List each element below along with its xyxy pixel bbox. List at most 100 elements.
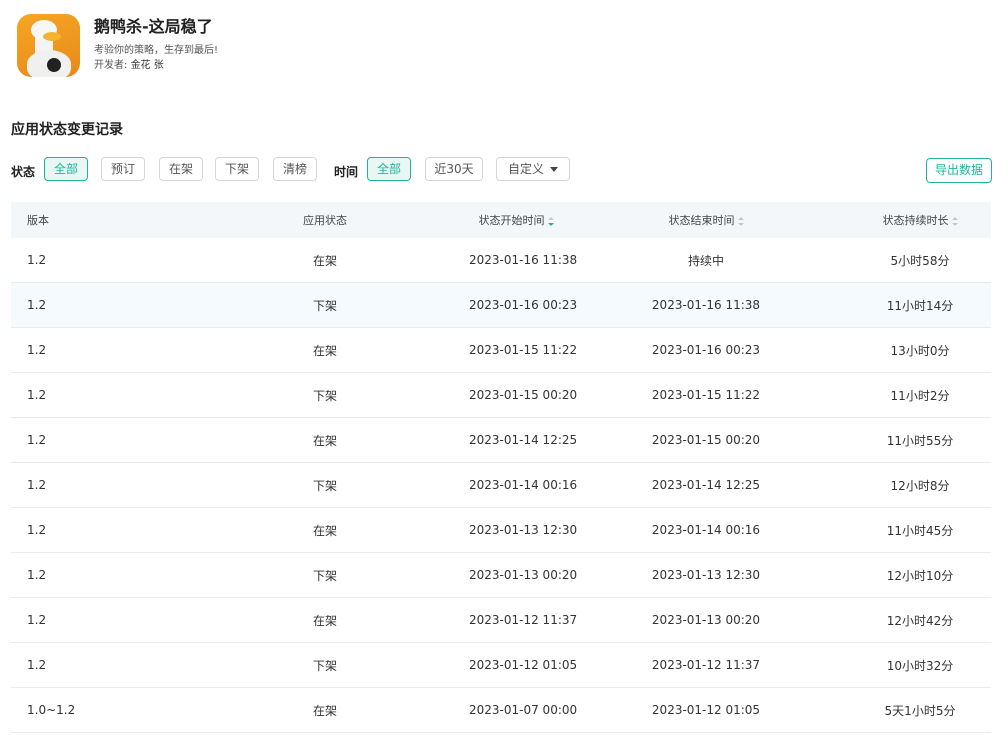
cell-duration: 12小时42分 xyxy=(886,613,954,628)
cell-start-time: 2023-01-12 01:05 xyxy=(469,658,578,672)
status-filter-preorder[interactable]: 预订 xyxy=(101,157,145,181)
export-data-button[interactable]: 导出数据 xyxy=(925,158,992,183)
cell-status: 下架 xyxy=(312,658,337,673)
cell-status: 下架 xyxy=(312,478,337,493)
cell-status: 在架 xyxy=(312,613,337,628)
status-filter-cleared[interactable]: 清榜 xyxy=(273,157,317,181)
status-change-table: 版本 应用状态 状态开始时间 状态结束时间 状态持续时长 1.2 在架 2023-0… xyxy=(11,202,991,733)
table-row[interactable]: 1.2 在架 2023-01-15 11:22 2023-01-16 00:23 13小… xyxy=(11,328,991,373)
cell-duration: 11小时55分 xyxy=(886,433,954,448)
table-row[interactable]: 1.2 下架 2023-01-14 00:16 2023-01-14 12:25 12小… xyxy=(11,463,991,508)
cell-duration: 5天1小时5分 xyxy=(884,703,956,718)
time-filter-custom-dropdown[interactable]: 自定义 xyxy=(496,157,570,181)
app-icon xyxy=(17,14,80,77)
app-developer: 开发者: 金花 张 xyxy=(94,58,218,74)
col-header-version: 版本 xyxy=(27,214,49,227)
cell-duration: 12小时10分 xyxy=(886,568,954,583)
cell-end-time: 2023-01-12 11:37 xyxy=(651,658,761,672)
sort-icon[interactable] xyxy=(547,216,554,226)
cell-end-time: 2023-01-15 11:22 xyxy=(651,388,761,402)
cell-end-time: 2023-01-13 00:20 xyxy=(651,613,761,627)
cell-start-time: 2023-01-13 00:20 xyxy=(469,568,578,582)
table-row[interactable]: 1.0~1.2 在架 2023-01-07 00:00 2023-01-12 01:0… xyxy=(11,688,991,733)
table-row[interactable]: 1.2 下架 2023-01-15 00:20 2023-01-15 11:22 11小… xyxy=(11,373,991,418)
sort-icon[interactable] xyxy=(737,216,744,226)
end-time-header-label: 状态结束时间 xyxy=(668,214,735,227)
cell-duration: 11小时2分 xyxy=(890,388,950,403)
table-row[interactable]: 1.2 在架 2023-01-13 12:30 2023-01-14 00:16 11小… xyxy=(11,508,991,553)
cell-start-time: 2023-01-16 11:38 xyxy=(469,253,578,267)
cell-version: 1.2 xyxy=(27,478,47,492)
cell-status: 下架 xyxy=(312,298,337,313)
cell-end-time: 持续中 xyxy=(687,253,724,268)
duration-header-label: 状态持续时长 xyxy=(882,214,949,227)
cell-duration: 11小时14分 xyxy=(886,298,954,313)
app-title: 鹅鸭杀-这局稳了 xyxy=(94,17,213,36)
cell-status: 在架 xyxy=(312,433,337,448)
cell-duration: 12小时8分 xyxy=(890,478,950,493)
cell-status: 在架 xyxy=(312,523,337,538)
developer-name[interactable]: 金花 张 xyxy=(131,60,164,71)
cell-end-time: 2023-01-14 00:16 xyxy=(651,523,761,537)
col-header-end-time[interactable]: 状态结束时间 xyxy=(563,212,849,228)
table-body: 1.2 在架 2023-01-16 11:38 持续中 5小时58分 1.2 下架 2023-… xyxy=(11,238,991,733)
app-header: 鹅鸭杀-这局稳了 考验你的策略，生存到最后! 开发者: 金花 张 xyxy=(17,14,218,77)
table-row[interactable]: 1.2 在架 2023-01-14 12:25 2023-01-15 00:20 11小… xyxy=(11,418,991,463)
cell-end-time: 2023-01-15 00:20 xyxy=(651,433,761,447)
cell-version: 1.2 xyxy=(27,613,47,627)
table-row[interactable]: 1.2 在架 2023-01-12 11:37 2023-01-13 00:20 12小… xyxy=(11,598,991,643)
cell-duration: 11小时45分 xyxy=(886,523,954,538)
time-filter-all[interactable]: 全部 xyxy=(367,157,411,181)
sort-icon[interactable] xyxy=(951,216,958,226)
cell-version: 1.2 xyxy=(27,253,47,267)
cell-status: 下架 xyxy=(312,388,337,403)
cell-start-time: 2023-01-16 00:23 xyxy=(469,298,578,312)
app-subtitle: 考验你的策略，生存到最后! xyxy=(94,45,219,56)
app-info: 鹅鸭杀-这局稳了 考验你的策略，生存到最后! 开发者: 金花 张 xyxy=(94,16,218,74)
cell-version: 1.2 xyxy=(27,568,47,582)
table-row[interactable]: 1.2 下架 2023-01-13 00:20 2023-01-13 12:30 12小… xyxy=(11,553,991,598)
cell-version: 1.2 xyxy=(27,388,47,402)
col-header-start-time[interactable]: 状态开始时间 xyxy=(469,212,563,228)
table-row[interactable]: 1.2 下架 2023-01-16 00:23 2023-01-16 11:38 11小… xyxy=(11,283,991,328)
cell-start-time: 2023-01-07 00:00 xyxy=(469,703,578,717)
cell-status: 下架 xyxy=(312,568,337,583)
status-filter-all[interactable]: 全部 xyxy=(44,157,88,181)
col-header-duration[interactable]: 状态持续时长 xyxy=(849,212,991,228)
cell-version: 1.2 xyxy=(27,433,47,447)
table-header: 版本 应用状态 状态开始时间 状态结束时间 状态持续时长 xyxy=(11,202,991,238)
custom-label: 自定义 xyxy=(507,162,544,176)
section-title: 应用状态变更记录 xyxy=(11,122,123,138)
cell-status: 在架 xyxy=(312,343,337,358)
cell-version: 1.2 xyxy=(27,658,47,672)
cell-end-time: 2023-01-16 00:23 xyxy=(651,343,761,357)
table-row[interactable]: 1.2 下架 2023-01-12 01:05 2023-01-12 11:37 10小… xyxy=(11,643,991,688)
cell-start-time: 2023-01-14 12:25 xyxy=(469,433,578,447)
start-time-header-label: 状态开始时间 xyxy=(478,214,545,227)
cell-start-time: 2023-01-12 11:37 xyxy=(469,613,578,627)
cell-status: 在架 xyxy=(312,253,337,268)
cell-end-time: 2023-01-14 12:25 xyxy=(651,478,761,492)
cell-start-time: 2023-01-15 11:22 xyxy=(469,343,578,357)
status-filter-listed[interactable]: 在架 xyxy=(159,157,203,181)
cell-version: 1.2 xyxy=(27,343,47,357)
cell-start-time: 2023-01-15 00:20 xyxy=(469,388,578,402)
col-header-status: 应用状态 xyxy=(303,214,347,227)
cell-version: 1.0~1.2 xyxy=(27,703,76,717)
time-filter-30days[interactable]: 近30天 xyxy=(425,157,483,181)
time-filter-label: 时间 xyxy=(334,165,359,179)
cell-version: 1.2 xyxy=(27,298,47,312)
status-filter-delisted[interactable]: 下架 xyxy=(215,157,259,181)
developer-label: 开发者: xyxy=(94,60,131,71)
cell-duration: 13小时0分 xyxy=(890,343,950,358)
table-row[interactable]: 1.2 在架 2023-01-16 11:38 持续中 5小时58分 xyxy=(11,238,991,283)
cell-start-time: 2023-01-13 12:30 xyxy=(469,523,578,537)
cell-end-time: 2023-01-16 11:38 xyxy=(651,298,761,312)
cell-end-time: 2023-01-12 01:05 xyxy=(651,703,761,717)
cell-duration: 5小时58分 xyxy=(890,253,950,268)
filter-row: 状态 全部 预订 在架 下架 清榜 时间 全部 近30天 自定义 导出数据 xyxy=(11,157,992,185)
cell-start-time: 2023-01-14 00:16 xyxy=(469,478,578,492)
cell-end-time: 2023-01-13 12:30 xyxy=(651,568,761,582)
cell-duration: 10小时32分 xyxy=(886,658,954,673)
cell-version: 1.2 xyxy=(27,523,47,537)
